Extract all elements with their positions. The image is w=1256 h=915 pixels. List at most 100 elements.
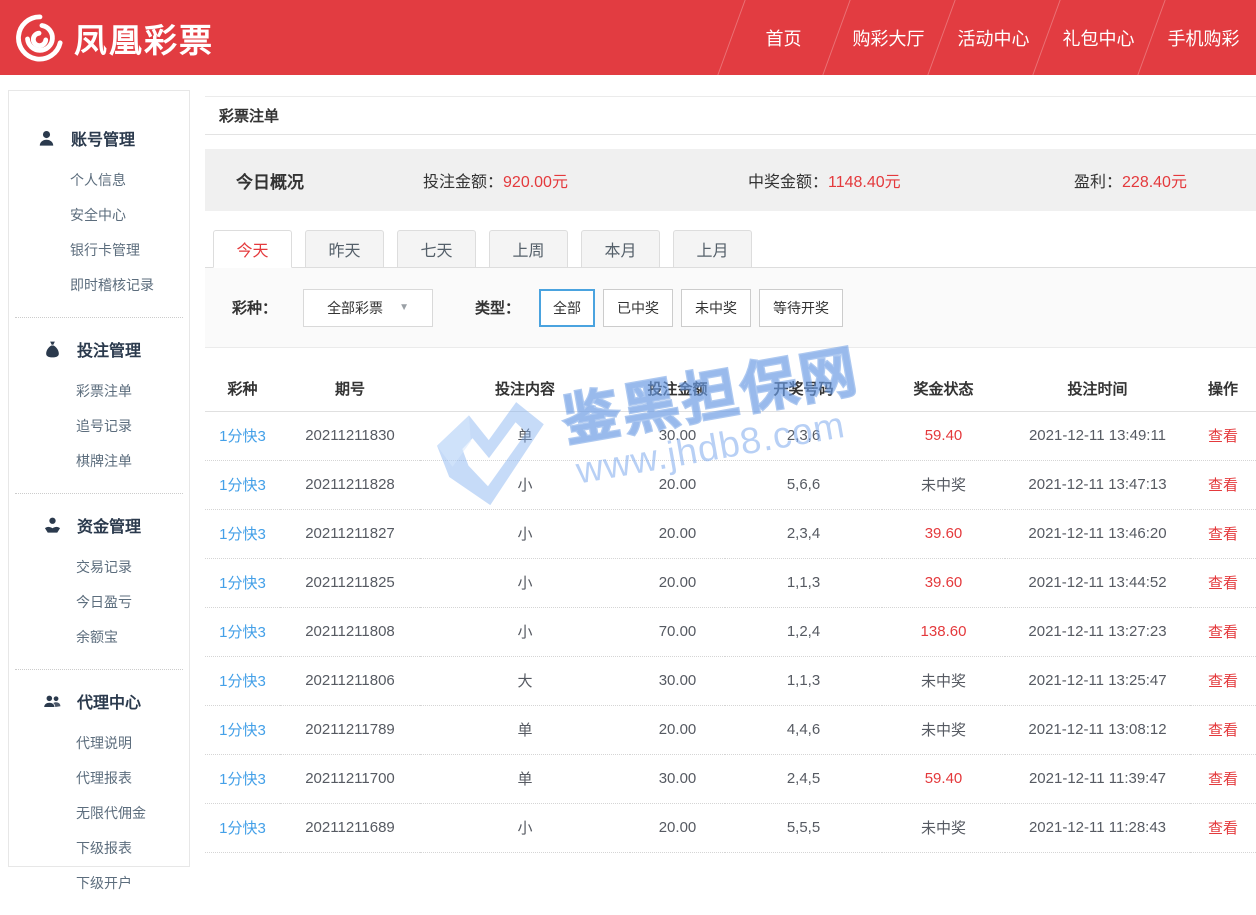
cell-content: 小: [420, 558, 630, 608]
sidebar-item[interactable]: 下级报表: [15, 831, 183, 866]
cell-lottery-link[interactable]: 1分快3: [205, 754, 280, 804]
lottery-select[interactable]: 全部彩票 ▼: [303, 288, 434, 327]
view-link[interactable]: 查看: [1208, 428, 1238, 445]
col-prize-status: 奖金状态: [882, 366, 1005, 412]
cell-lottery-link[interactable]: 1分快3: [205, 460, 280, 510]
funds-icon: [44, 517, 61, 533]
sidebar-item[interactable]: 彩票注单: [15, 374, 183, 409]
cell-numbers: 2,3,4: [725, 509, 882, 559]
cell-action: 查看: [1190, 411, 1256, 461]
sidebar-item[interactable]: 棋牌注单: [15, 444, 183, 479]
sidebar-item[interactable]: 今日盈亏: [15, 585, 183, 620]
cell-lottery-link[interactable]: 1分快3: [205, 803, 280, 853]
cell-time: 2021-12-11 11:28:43: [1005, 803, 1190, 853]
cell-issue: 20211211830: [280, 411, 420, 461]
view-link[interactable]: 查看: [1208, 624, 1238, 641]
type-filter-button[interactable]: 未中奖: [681, 288, 752, 327]
cell-action: 查看: [1190, 754, 1256, 804]
sidebar-title-funds[interactable]: 资金管理: [15, 506, 183, 544]
cell-numbers: 4,4,6: [725, 705, 882, 755]
date-tab[interactable]: 本月: [581, 230, 660, 268]
sidebar-item[interactable]: 代理说明: [15, 726, 183, 761]
view-link[interactable]: 查看: [1208, 722, 1238, 739]
cell-amount: 20.00: [630, 803, 725, 853]
cell-prize-status: 未中奖: [882, 705, 1005, 755]
sidebar-item[interactable]: 下级开户: [15, 866, 183, 901]
date-tab[interactable]: 上月: [673, 230, 752, 268]
nav-item[interactable]: 购彩大厅: [822, 0, 941, 75]
nav-item[interactable]: 活动中心: [927, 0, 1046, 75]
col-numbers: 开奖号码: [725, 366, 882, 412]
cell-action: 查看: [1190, 705, 1256, 755]
date-range-tabs: 今天 昨天 七天 上周 本月 上月: [205, 230, 1256, 268]
sidebar-title-agent[interactable]: 代理中心: [15, 682, 183, 720]
agents-icon: [44, 695, 61, 707]
cell-amount: 70.00: [630, 607, 725, 657]
sidebar: 账号管理 个人信息 安全中心 银行卡管理 即时稽核记录 投注管理 彩票注单 追号记录 棋牌…: [8, 90, 190, 891]
cell-lottery-link[interactable]: 1分快3: [205, 705, 280, 755]
date-tab[interactable]: 上周: [489, 230, 568, 268]
sidebar-item[interactable]: 追号记录: [15, 409, 183, 444]
nav-item[interactable]: 首页: [717, 0, 836, 75]
view-link[interactable]: 查看: [1208, 526, 1238, 543]
cell-prize-status: 未中奖: [882, 460, 1005, 510]
cell-time: 2021-12-11 13:27:23: [1005, 607, 1190, 657]
lottery-filter-label: 彩种：: [232, 300, 278, 317]
view-link[interactable]: 查看: [1208, 820, 1238, 837]
view-link[interactable]: 查看: [1208, 673, 1238, 690]
sidebar-item[interactable]: 交易记录: [15, 550, 183, 585]
main-nav: 首页 购彩大厅 活动中心 礼包中心 手机购彩: [717, 0, 1256, 75]
type-filter-button[interactable]: 全部: [539, 288, 596, 327]
cell-issue: 20211211689: [280, 803, 420, 853]
user-icon: [39, 130, 54, 146]
cell-content: 小: [420, 460, 630, 510]
filter-panel: 彩种： 全部彩票 ▼ 类型： 全部 已中奖 未中奖 等待开奖: [205, 267, 1256, 348]
cell-prize-status: 未中奖: [882, 803, 1005, 853]
brand-name: 凤凰彩票: [74, 21, 214, 59]
cell-amount: 20.00: [630, 705, 725, 755]
brand[interactable]: 凤凰彩票: [16, 13, 214, 62]
type-filter-button[interactable]: 已中奖: [603, 288, 674, 327]
cell-lottery-link[interactable]: 1分快3: [205, 411, 280, 461]
sidebar-section-funds: 资金管理 交易记录 今日盈亏 余额宝: [15, 493, 183, 669]
main-content: 彩票注单 今日概况 投注金额：920.00元 中奖金额：1148.40元 盈利：…: [205, 90, 1256, 853]
cell-lottery-link[interactable]: 1分快3: [205, 607, 280, 657]
sidebar-item[interactable]: 即时稽核记录: [9, 268, 189, 303]
cell-time: 2021-12-11 13:46:20: [1005, 509, 1190, 559]
sidebar-item[interactable]: 安全中心: [9, 198, 189, 233]
type-filter-button[interactable]: 等待开奖: [759, 288, 844, 327]
view-link[interactable]: 查看: [1208, 477, 1238, 494]
cell-action: 查看: [1190, 803, 1256, 853]
cell-numbers: 1,1,3: [725, 558, 882, 608]
view-link[interactable]: 查看: [1208, 771, 1238, 788]
sidebar-item[interactable]: 余额宝: [15, 620, 183, 655]
sidebar-title-account[interactable]: 账号管理: [9, 119, 189, 157]
sidebar-title-betting[interactable]: 投注管理: [15, 330, 183, 368]
sidebar-item[interactable]: 个人信息: [9, 163, 189, 198]
cell-time: 2021-12-11 13:44:52: [1005, 558, 1190, 608]
view-link[interactable]: 查看: [1208, 575, 1238, 592]
page-title: 彩票注单: [205, 96, 1256, 135]
cell-issue: 20211211789: [280, 705, 420, 755]
table-row: 1分快3 20211211825 小 20.00 1,1,3 39.60 202…: [205, 558, 1256, 608]
cell-numbers: 2,3,6: [725, 411, 882, 461]
cell-lottery-link[interactable]: 1分快3: [205, 656, 280, 706]
cell-time: 2021-12-11 13:25:47: [1005, 656, 1190, 706]
cell-lottery-link[interactable]: 1分快3: [205, 509, 280, 559]
cell-numbers: 5,6,6: [725, 460, 882, 510]
sidebar-item[interactable]: 代理报表: [15, 761, 183, 796]
cell-numbers: 1,2,4: [725, 607, 882, 657]
date-tab[interactable]: 昨天: [305, 230, 384, 268]
nav-item[interactable]: 手机购彩: [1137, 0, 1256, 75]
col-issue: 期号: [280, 366, 420, 412]
date-tab[interactable]: 七天: [397, 230, 476, 268]
date-tab[interactable]: 今天: [213, 230, 292, 268]
nav-item[interactable]: 礼包中心: [1032, 0, 1151, 75]
cell-lottery-link[interactable]: 1分快3: [205, 558, 280, 608]
cell-content: 小: [420, 509, 630, 559]
cell-amount: 30.00: [630, 754, 725, 804]
sidebar-item[interactable]: 银行卡管理: [9, 233, 189, 268]
table-row: 1分快3 20211211827 小 20.00 2,3,4 39.60 202…: [205, 509, 1256, 559]
stat-win-amount: 中奖金额：1148.40元: [748, 174, 901, 191]
sidebar-item[interactable]: 无限代佣金: [15, 796, 183, 831]
